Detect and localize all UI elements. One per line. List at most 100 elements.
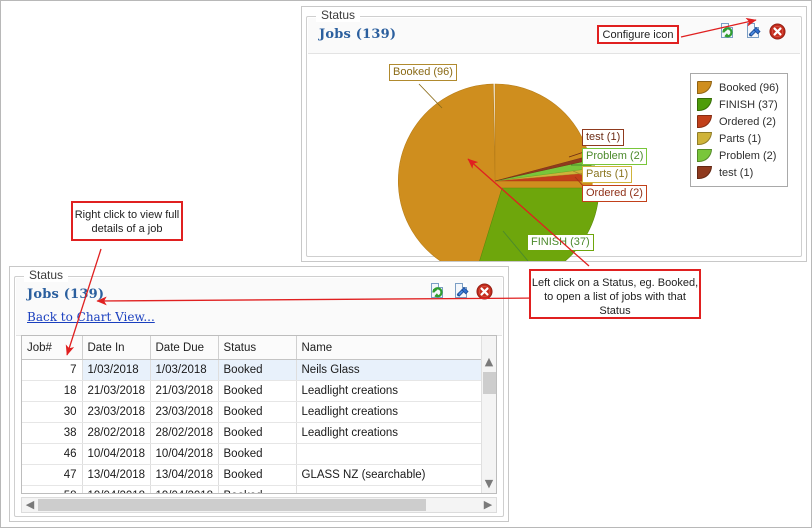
col-status[interactable]: Status [218, 336, 297, 360]
cell-date-in: 10/04/2018 [82, 443, 151, 465]
legend-item[interactable]: Ordered (2) [697, 113, 779, 130]
chart-legend: Booked (96) FINISH (37) Ordered (2) Part… [690, 73, 788, 187]
legend-item[interactable]: Parts (1) [697, 130, 779, 147]
legend-item[interactable]: Problem (2) [697, 147, 779, 164]
chart-panel-title: Jobs (139) [319, 27, 397, 42]
cell-date-due: 1/03/2018 [150, 359, 219, 381]
jobs-table-body: 7 1/03/2018 1/03/2018 Booked Neils Glass… [22, 359, 481, 493]
chart-panel-caption: Status [316, 8, 361, 22]
pie-label-booked: Booked (96) [389, 64, 457, 81]
close-icon[interactable] [476, 283, 496, 303]
table-row[interactable]: 18 21/03/2018 21/03/2018 Booked Leadligh… [22, 380, 481, 402]
legend-label-problem: Problem (2) [719, 149, 777, 162]
cell-date-in: 23/03/2018 [82, 401, 151, 423]
cell-date-due: 19/04/2018 [150, 485, 219, 493]
table-row[interactable]: 38 28/02/2018 28/02/2018 Booked Leadligh… [22, 422, 481, 444]
scroll-right-icon[interactable]: ▶ [482, 498, 494, 512]
table-row[interactable]: 7 1/03/2018 1/03/2018 Booked Neils Glass [22, 359, 481, 381]
legend-label-finish: FINISH (37) [719, 98, 778, 111]
screenshot-root: Status Jobs (139) Booked (96) test (1) P… [0, 0, 812, 528]
cell-status: Booked [218, 380, 297, 402]
table-header-row: Job# Date In Date Due Status Name [22, 336, 481, 360]
cell-job: 18 [22, 380, 83, 402]
legend-label-test: test (1) [719, 166, 754, 179]
legend-swatch-problem [697, 149, 712, 162]
callout-left-click: Left click on a Status, eg. Booked, to o… [529, 269, 701, 319]
pie-label-finish: FINISH (37) [527, 234, 594, 251]
cell-status: Booked [218, 422, 297, 444]
scroll-left-icon[interactable]: ◀ [24, 498, 36, 512]
list-panel-title: Jobs (139) [27, 287, 105, 302]
cell-job: 58 [22, 485, 83, 493]
cell-status: Booked [218, 401, 297, 423]
scroll-down-icon[interactable]: ▼ [482, 477, 496, 491]
cell-name: Neils Glass [296, 359, 481, 381]
list-status-panel: Status Jobs (139) Back to Chart View... [9, 266, 509, 522]
cell-date-due: 13/04/2018 [150, 464, 219, 486]
table-row[interactable]: 58 19/04/2018 19/04/2018 Booked [22, 485, 481, 493]
legend-swatch-test [697, 166, 712, 179]
scroll-up-icon[interactable]: ▲ [482, 355, 496, 369]
legend-swatch-booked [697, 81, 712, 94]
chart-panel-inner: Jobs (139) Booked (96) test (1) Problem … [306, 16, 802, 261]
cell-name [296, 485, 481, 493]
refresh-icon[interactable] [429, 282, 449, 302]
legend-label-booked: Booked (96) [719, 81, 779, 94]
legend-item[interactable]: FINISH (37) [697, 96, 779, 113]
cell-date-in: 19/04/2018 [82, 485, 151, 493]
legend-swatch-finish [697, 98, 712, 111]
table-row[interactable]: 30 23/03/2018 23/03/2018 Booked Leadligh… [22, 401, 481, 423]
cell-date-in: 13/04/2018 [82, 464, 151, 486]
cell-status: Booked [218, 464, 297, 486]
cell-status: Booked [218, 485, 297, 493]
cell-job: 7 [22, 359, 83, 381]
cell-date-due: 23/03/2018 [150, 401, 219, 423]
col-date-due[interactable]: Date Due [150, 336, 219, 360]
legend-label-ordered: Ordered (2) [719, 115, 776, 128]
pie-chart[interactable]: Booked (96) test (1) Problem (2) Parts (… [307, 53, 801, 261]
cell-date-in: 21/03/2018 [82, 380, 151, 402]
col-job[interactable]: Job# [22, 336, 83, 360]
vscroll-thumb[interactable] [483, 372, 496, 394]
hscroll-thumb[interactable] [38, 499, 426, 511]
cell-status: Booked [218, 359, 297, 381]
cell-date-in: 1/03/2018 [82, 359, 151, 381]
cell-name [296, 443, 481, 465]
pie-label-parts: Parts (1) [582, 166, 633, 183]
cell-job: 46 [22, 443, 83, 465]
table-row[interactable]: 46 10/04/2018 10/04/2018 Booked [22, 443, 481, 465]
legend-swatch-ordered [697, 115, 712, 128]
cell-name: GLASS NZ (searchable) [296, 464, 481, 486]
callout-right-click: Right click to view full details of a jo… [71, 201, 183, 241]
cell-name: Leadlight creations [296, 401, 481, 423]
legend-item[interactable]: test (1) [697, 164, 779, 181]
jobs-table-grid: Job# Date In Date Due Status Name 7 1/03… [22, 336, 481, 493]
table-horizontal-scrollbar[interactable]: ◀ ▶ [21, 497, 497, 513]
configure-icon[interactable] [453, 282, 473, 302]
pie-label-ordered: Ordered (2) [582, 185, 647, 202]
chart-status-panel: Status Jobs (139) Booked (96) test (1) P… [301, 6, 807, 262]
callout-configure-icon: Configure icon [597, 25, 679, 44]
legend-label-parts: Parts (1) [719, 132, 762, 145]
cell-date-due: 10/04/2018 [150, 443, 219, 465]
configure-icon[interactable] [745, 22, 765, 42]
list-panel-caption: Status [24, 268, 69, 282]
legend-item[interactable]: Booked (96) [697, 79, 779, 96]
pie-label-test: test (1) [582, 129, 625, 146]
col-date-in[interactable]: Date In [82, 336, 151, 360]
cell-name: Leadlight creations [296, 422, 481, 444]
table-row[interactable]: 47 13/04/2018 13/04/2018 Booked GLASS NZ… [22, 464, 481, 486]
cell-job: 47 [22, 464, 83, 486]
back-to-chart-view-link[interactable]: Back to Chart View... [27, 310, 155, 324]
table-vertical-scrollbar[interactable]: ▲ ▼ [481, 336, 496, 493]
pie-label-problem: Problem (2) [582, 148, 648, 165]
cell-date-due: 21/03/2018 [150, 380, 219, 402]
jobs-table[interactable]: Job# Date In Date Due Status Name 7 1/03… [21, 335, 497, 494]
cell-date-in: 28/02/2018 [82, 422, 151, 444]
cell-job: 30 [22, 401, 83, 423]
col-name[interactable]: Name [296, 336, 481, 360]
close-icon[interactable] [769, 23, 789, 43]
cell-job: 38 [22, 422, 83, 444]
refresh-icon[interactable] [719, 22, 739, 42]
legend-swatch-parts [697, 132, 712, 145]
